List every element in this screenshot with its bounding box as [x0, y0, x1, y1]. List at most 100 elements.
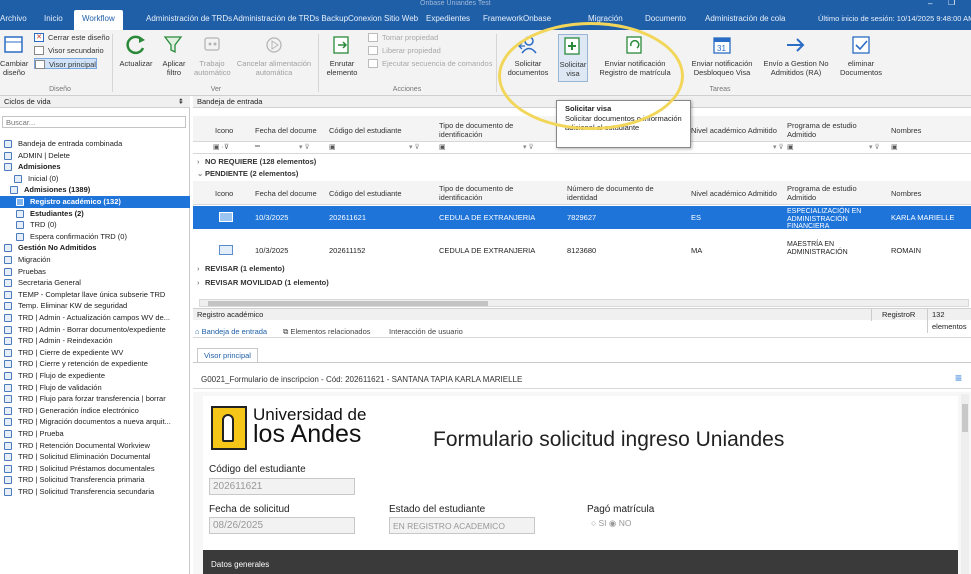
ejecutar-secuencia-button[interactable]: Ejecutar secuencia de comandos — [368, 58, 492, 69]
col-programa[interactable]: Programa de estudio Admitido — [787, 121, 867, 139]
lifecycle-item[interactable]: Inicial (0) — [0, 173, 190, 185]
cerrar-diseno-button[interactable]: ✕ Cerrar este diseño — [34, 32, 110, 43]
tab-documento[interactable]: Documento — [645, 14, 686, 23]
lifecycle-item[interactable]: TRD | Admin - Reindexación — [0, 335, 190, 347]
tab-migracion[interactable]: Migración — [588, 14, 623, 23]
filter-icon[interactable]: ▾ ⊽ — [523, 143, 534, 151]
lifecycle-item[interactable]: TRD | Admin - Actualización campos WV de… — [0, 312, 190, 324]
actualizar-button[interactable]: Actualizar — [116, 34, 156, 68]
lifecycle-item[interactable]: Secretaria General — [0, 277, 190, 289]
lifecycle-item[interactable]: Registro académico (132) — [0, 196, 190, 208]
tab-archivo[interactable]: Archivo — [0, 14, 27, 23]
tab-bandeja-entrada[interactable]: ⌂ Bandeja de entrada — [195, 325, 267, 338]
filter-icon[interactable]: ▾ ⊽ — [773, 143, 784, 151]
tab-visor-principal[interactable]: Visor principal — [197, 348, 258, 362]
col-numero-doc[interactable]: Número de documento de identidad — [567, 184, 677, 202]
lifecycle-item[interactable]: Pruebas — [0, 266, 190, 278]
tab-interaccion-usuario[interactable]: Interacción de usuario — [389, 325, 463, 338]
scroll-indicator-icon[interactable]: ≡ — [955, 371, 962, 385]
lifecycle-item[interactable]: Temp. Eliminar KW de seguridad — [0, 300, 190, 312]
solicitar-visa-button[interactable]: Solicitar visa — [558, 34, 588, 82]
lifecycle-item[interactable]: Gestión No Admitidos — [0, 242, 190, 254]
col-tipo-doc[interactable]: Tipo de documento de identificación — [439, 184, 529, 202]
col-nombres[interactable]: Nombres — [891, 126, 921, 135]
tab-workflow[interactable]: Workflow — [74, 10, 123, 30]
enviar-notificacion-registro-button[interactable]: Enviar notificación Registro de matrícul… — [590, 34, 680, 77]
cancelar-alimentacion-button[interactable]: Cancelar alimentación automática — [236, 34, 312, 77]
table-row[interactable]: 10/3/2025 202611152 CEDULA DE EXTRANJERI… — [193, 239, 971, 262]
filter-icon[interactable]: ═ — [255, 143, 260, 150]
lifecycle-item[interactable]: TRD | Flujo de expediente — [0, 370, 190, 382]
expand-icon[interactable]: › — [197, 156, 200, 168]
filter-icon[interactable]: ▾ ⊽ — [299, 143, 310, 151]
lifecycle-item[interactable]: TRD | Flujo de validación — [0, 382, 190, 394]
filter-icon[interactable]: ▾ ⊽ — [409, 143, 420, 151]
lifecycle-item[interactable]: TRD | Flujo para forzar transferencia | … — [0, 393, 190, 405]
trabajo-automatico-button[interactable]: Trabajo automático — [194, 34, 231, 77]
filter-icon[interactable]: ▣ — [329, 143, 336, 151]
filter-icon[interactable]: ▣ — [439, 143, 446, 151]
restore-icon[interactable]: ❐ — [948, 0, 955, 7]
col-codigo[interactable]: Código del estudiante — [329, 126, 402, 135]
solicitar-documentos-button[interactable]: Solicitar documentos — [500, 34, 556, 77]
lifecycle-item[interactable]: TRD | Solicitud Transferencia secundaria — [0, 486, 190, 498]
col-tipo-doc[interactable]: Tipo de documento de identificación — [439, 121, 529, 139]
tab-elementos-relacionados[interactable]: ⧉ Elementos relacionados — [283, 325, 371, 338]
tomar-propiedad-button[interactable]: Tomar propiedad — [368, 32, 438, 43]
tab-admin-trds-backup[interactable]: Administración de TRDs Backup — [233, 14, 348, 23]
filter-icon[interactable]: ▣ ·⊽ — [213, 143, 229, 151]
collapse-icon[interactable]: ⌄ — [197, 168, 203, 180]
estado-field[interactable]: EN REGISTRO ACADEMICO — [389, 517, 535, 534]
scrollbar-thumb[interactable] — [962, 404, 968, 432]
lifecycle-item[interactable]: Espera confirmación TRD (0) — [0, 231, 190, 243]
lifecycle-item[interactable]: TRD | Retención Documental Workview — [0, 440, 190, 452]
vertical-scrollbar[interactable] — [961, 394, 969, 574]
col-nivel[interactable]: Nivel académico Admitido — [691, 126, 777, 135]
tab-admin-trds[interactable]: Administración de TRDs — [146, 14, 232, 23]
envio-gestion-no-admitidos-button[interactable]: Envío a Gestion No Admitidos (RA) — [760, 34, 832, 77]
lifecycle-item[interactable]: TRD | Solicitud Eliminación Documental — [0, 451, 190, 463]
lifecycle-item[interactable]: TRD (0) — [0, 219, 190, 231]
filter-icon[interactable]: ▾ ⊽ — [869, 143, 880, 151]
group-revisar[interactable]: › REVISAR (1 elemento) — [193, 263, 971, 275]
tab-expedientes[interactable]: Expedientes — [426, 14, 470, 23]
scrollbar-thumb[interactable] — [208, 301, 488, 306]
tab-inicio[interactable]: Inicio — [44, 14, 63, 23]
lifecycle-item[interactable]: ADMIN | Delete — [0, 150, 190, 162]
aplicar-filtro-button[interactable]: Aplicar filtro — [156, 34, 192, 77]
col-fecha[interactable]: Fecha del docume — [255, 189, 317, 198]
lifecycle-item[interactable]: TRD | Migración documentos a nueva arqui… — [0, 416, 190, 428]
radio-si[interactable]: ○ SI — [591, 518, 607, 528]
minimize-icon[interactable]: – — [928, 0, 932, 8]
lifecycle-item[interactable]: TEMP - Completar llave única subserie TR… — [0, 289, 190, 301]
codigo-field[interactable]: 202611621 — [209, 478, 355, 495]
pin-icon[interactable]: ⇞ — [178, 96, 184, 108]
fecha-field[interactable]: 08/26/2025 — [209, 517, 355, 534]
lifecycle-item[interactable]: TRD | Cierre y retención de expediente — [0, 358, 190, 370]
col-programa[interactable]: Programa de estudio Admitido — [787, 184, 867, 202]
group-revisar-movilidad[interactable]: › REVISAR MOVILIDAD (1 elemento) — [193, 277, 971, 289]
col-codigo[interactable]: Código del estudiante — [329, 189, 402, 198]
lifecycle-item[interactable]: Migración — [0, 254, 190, 266]
col-nivel[interactable]: Nivel académico Admitido — [691, 189, 777, 198]
lifecycle-item[interactable]: TRD | Cierre de expediente WV — [0, 347, 190, 359]
col-icono[interactable]: Icono — [215, 189, 233, 198]
cambiar-diseno-button[interactable]: Cambiar diseño — [0, 34, 28, 77]
lifecycle-item[interactable]: TRD | Generación índice electrónico — [0, 405, 190, 417]
expand-icon[interactable]: › — [197, 277, 200, 289]
lifecycle-item[interactable]: TRD | Solicitud Préstamos documentales — [0, 463, 190, 475]
table-row[interactable]: 10/3/2025 202611621 CEDULA DE EXTRANJERI… — [193, 206, 971, 230]
col-fecha[interactable]: Fecha del docume — [255, 126, 317, 135]
col-nombres[interactable]: Nombres — [891, 189, 921, 198]
eliminar-documentos-button[interactable]: eliminar Documentos — [838, 34, 884, 77]
expand-icon[interactable]: › — [197, 263, 200, 275]
lifecycle-search-input[interactable] — [2, 116, 186, 128]
lifecycle-item[interactable]: Estudiantes (2) — [0, 208, 190, 220]
tab-frameworkonbase[interactable]: FrameworkOnbase — [483, 14, 551, 23]
visor-secundario-button[interactable]: Visor secundario — [34, 45, 104, 56]
tab-admin-cola[interactable]: Administración de cola — [705, 14, 785, 23]
group-pendiente[interactable]: ⌄ PENDIENTE (2 elementos) — [193, 168, 971, 180]
radio-no[interactable]: ◉ NO — [609, 518, 632, 528]
filter-icon[interactable]: ▣ — [787, 143, 794, 151]
lifecycle-item[interactable]: Admisiones (1389) — [0, 184, 190, 196]
